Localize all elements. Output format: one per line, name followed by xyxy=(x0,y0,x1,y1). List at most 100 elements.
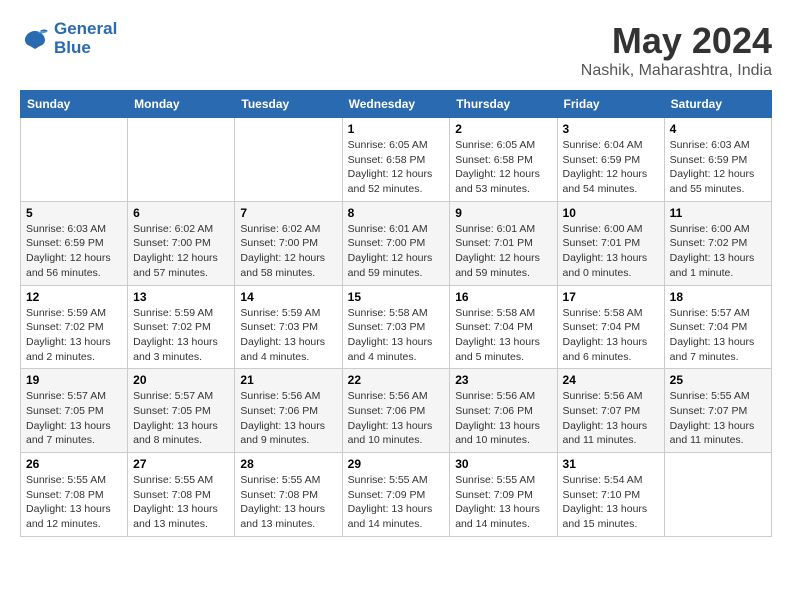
day-header-sunday: Sunday xyxy=(21,91,128,118)
day-info: Sunrise: 5:55 AMSunset: 7:09 PMDaylight:… xyxy=(455,473,551,532)
calendar-cell: 9 Sunrise: 6:01 AMSunset: 7:01 PMDaylight… xyxy=(450,201,557,285)
day-info: Sunrise: 5:55 AMSunset: 7:08 PMDaylight:… xyxy=(26,473,122,532)
day-info: Sunrise: 5:59 AMSunset: 7:03 PMDaylight:… xyxy=(240,306,336,365)
day-info: Sunrise: 5:56 AMSunset: 7:06 PMDaylight:… xyxy=(348,389,445,448)
calendar-cell: 24Sunrise: 5:56 AMSunset: 7:07 PMDayligh… xyxy=(557,369,664,453)
day-header-monday: Monday xyxy=(128,91,235,118)
day-info: Sunrise: 5:57 AMSunset: 7:05 PMDaylight:… xyxy=(26,389,122,448)
day-info: Sunrise: 5:55 AMSunset: 7:08 PMDaylight:… xyxy=(133,473,229,532)
calendar-cell: 6 Sunrise: 6:02 AMSunset: 7:00 PMDaylight… xyxy=(128,201,235,285)
calendar-cell: 22 Sunrise: 5:56 AMSunset: 7:06 PMDayligh… xyxy=(342,369,450,453)
day-info: Sunrise: 5:55 AMSunset: 7:07 PMDaylight:… xyxy=(670,389,766,448)
calendar-cell: 31 Sunrise: 5:54 AMSunset: 7:10 PMDayligh… xyxy=(557,453,664,537)
day-info: Sunrise: 5:57 AMSunset: 7:05 PMDaylight:… xyxy=(133,389,229,448)
day-info: Sunrise: 6:05 AMSunset: 6:58 PMDaylight:… xyxy=(348,138,445,197)
day-number: 13 xyxy=(133,290,229,304)
calendar-cell xyxy=(128,118,235,202)
calendar-cell: 12Sunrise: 5:59 AMSunset: 7:02 PMDayligh… xyxy=(21,285,128,369)
calendar-week-2: 5 Sunrise: 6:03 AMSunset: 6:59 PMDaylight… xyxy=(21,201,772,285)
day-number: 28 xyxy=(240,457,336,471)
calendar-cell: 21 Sunrise: 5:56 AMSunset: 7:06 PMDayligh… xyxy=(235,369,342,453)
day-info: Sunrise: 5:58 AMSunset: 7:04 PMDaylight:… xyxy=(563,306,659,365)
day-info: Sunrise: 5:59 AMSunset: 7:02 PMDaylight:… xyxy=(133,306,229,365)
day-number: 21 xyxy=(240,373,336,387)
day-number: 31 xyxy=(563,457,659,471)
day-info: Sunrise: 6:02 AMSunset: 7:00 PMDaylight:… xyxy=(240,222,336,281)
calendar-cell: 19 Sunrise: 5:57 AMSunset: 7:05 PMDayligh… xyxy=(21,369,128,453)
day-info: Sunrise: 6:01 AMSunset: 7:01 PMDaylight:… xyxy=(455,222,551,281)
calendar-header-row: SundayMondayTuesdayWednesdayThursdayFrid… xyxy=(21,91,772,118)
calendar-cell: 5 Sunrise: 6:03 AMSunset: 6:59 PMDaylight… xyxy=(21,201,128,285)
day-info: Sunrise: 6:04 AMSunset: 6:59 PMDaylight:… xyxy=(563,138,659,197)
calendar-cell: 14 Sunrise: 5:59 AMSunset: 7:03 PMDayligh… xyxy=(235,285,342,369)
calendar-cell: 13 Sunrise: 5:59 AMSunset: 7:02 PMDayligh… xyxy=(128,285,235,369)
day-header-wednesday: Wednesday xyxy=(342,91,450,118)
day-info: Sunrise: 6:03 AMSunset: 6:59 PMDaylight:… xyxy=(26,222,122,281)
day-number: 15 xyxy=(348,290,445,304)
day-number: 16 xyxy=(455,290,551,304)
calendar-cell: 8Sunrise: 6:01 AMSunset: 7:00 PMDaylight… xyxy=(342,201,450,285)
day-header-tuesday: Tuesday xyxy=(235,91,342,118)
day-info: Sunrise: 6:00 AMSunset: 7:01 PMDaylight:… xyxy=(563,222,659,281)
calendar-table: SundayMondayTuesdayWednesdayThursdayFrid… xyxy=(20,90,772,537)
calendar-cell: 27 Sunrise: 5:55 AMSunset: 7:08 PMDayligh… xyxy=(128,453,235,537)
calendar-cell: 29 Sunrise: 5:55 AMSunset: 7:09 PMDayligh… xyxy=(342,453,450,537)
location-title: Nashik, Maharashtra, India xyxy=(581,62,772,80)
day-info: Sunrise: 5:58 AMSunset: 7:03 PMDaylight:… xyxy=(348,306,445,365)
calendar-cell: 18Sunrise: 5:57 AMSunset: 7:04 PMDayligh… xyxy=(664,285,771,369)
logo-text: General Blue xyxy=(54,20,117,57)
day-header-saturday: Saturday xyxy=(664,91,771,118)
day-info: Sunrise: 5:56 AMSunset: 7:06 PMDaylight:… xyxy=(455,389,551,448)
day-number: 27 xyxy=(133,457,229,471)
day-number: 11 xyxy=(670,206,766,220)
calendar-cell: 11 Sunrise: 6:00 AMSunset: 7:02 PMDayligh… xyxy=(664,201,771,285)
calendar-week-1: 1 Sunrise: 6:05 AMSunset: 6:58 PMDaylight… xyxy=(21,118,772,202)
day-number: 24 xyxy=(563,373,659,387)
day-number: 19 xyxy=(26,373,122,387)
calendar-cell: 3 Sunrise: 6:04 AMSunset: 6:59 PMDaylight… xyxy=(557,118,664,202)
day-number: 9 xyxy=(455,206,551,220)
calendar-cell: 15 Sunrise: 5:58 AMSunset: 7:03 PMDayligh… xyxy=(342,285,450,369)
calendar-cell: 30 Sunrise: 5:55 AMSunset: 7:09 PMDayligh… xyxy=(450,453,557,537)
day-info: Sunrise: 6:05 AMSunset: 6:58 PMDaylight:… xyxy=(455,138,551,197)
logo-icon xyxy=(20,27,50,51)
calendar-cell: 4Sunrise: 6:03 AMSunset: 6:59 PMDaylight… xyxy=(664,118,771,202)
day-number: 2 xyxy=(455,122,551,136)
calendar-cell: 25Sunrise: 5:55 AMSunset: 7:07 PMDayligh… xyxy=(664,369,771,453)
calendar-cell: 2 Sunrise: 6:05 AMSunset: 6:58 PMDaylight… xyxy=(450,118,557,202)
title-block: May 2024 Nashik, Maharashtra, India xyxy=(581,20,772,80)
day-info: Sunrise: 5:55 AMSunset: 7:08 PMDaylight:… xyxy=(240,473,336,532)
day-number: 17 xyxy=(563,290,659,304)
calendar-cell: 20Sunrise: 5:57 AMSunset: 7:05 PMDayligh… xyxy=(128,369,235,453)
day-info: Sunrise: 5:55 AMSunset: 7:09 PMDaylight:… xyxy=(348,473,445,532)
day-number: 22 xyxy=(348,373,445,387)
calendar-cell xyxy=(21,118,128,202)
calendar-cell: 10Sunrise: 6:00 AMSunset: 7:01 PMDayligh… xyxy=(557,201,664,285)
calendar-cell: 26 Sunrise: 5:55 AMSunset: 7:08 PMDayligh… xyxy=(21,453,128,537)
day-info: Sunrise: 6:00 AMSunset: 7:02 PMDaylight:… xyxy=(670,222,766,281)
calendar-week-5: 26 Sunrise: 5:55 AMSunset: 7:08 PMDayligh… xyxy=(21,453,772,537)
day-header-friday: Friday xyxy=(557,91,664,118)
day-number: 1 xyxy=(348,122,445,136)
day-info: Sunrise: 5:56 AMSunset: 7:06 PMDaylight:… xyxy=(240,389,336,448)
page-header: General Blue May 2024 Nashik, Maharashtr… xyxy=(20,20,772,80)
calendar-week-3: 12 Sunrise: 5:59 AMSunset: 7:02 PMDayligh… xyxy=(21,285,772,369)
calendar-cell xyxy=(235,118,342,202)
day-info: Sunrise: 6:02 AMSunset: 7:00 PMDaylight:… xyxy=(133,222,229,281)
day-info: Sunrise: 5:57 AMSunset: 7:04 PMDaylight:… xyxy=(670,306,766,365)
calendar-cell: 16Sunrise: 5:58 AMSunset: 7:04 PMDayligh… xyxy=(450,285,557,369)
day-number: 26 xyxy=(26,457,122,471)
day-info: Sunrise: 6:03 AMSunset: 6:59 PMDaylight:… xyxy=(670,138,766,197)
day-number: 29 xyxy=(348,457,445,471)
day-number: 5 xyxy=(26,206,122,220)
day-number: 14 xyxy=(240,290,336,304)
day-number: 3 xyxy=(563,122,659,136)
calendar-cell: 17 Sunrise: 5:58 AMSunset: 7:04 PMDayligh… xyxy=(557,285,664,369)
day-number: 12 xyxy=(26,290,122,304)
day-number: 6 xyxy=(133,206,229,220)
day-info: Sunrise: 5:54 AMSunset: 7:10 PMDaylight:… xyxy=(563,473,659,532)
day-number: 30 xyxy=(455,457,551,471)
calendar-week-4: 19 Sunrise: 5:57 AMSunset: 7:05 PMDayligh… xyxy=(21,369,772,453)
day-number: 8 xyxy=(348,206,445,220)
calendar-cell: 1 Sunrise: 6:05 AMSunset: 6:58 PMDaylight… xyxy=(342,118,450,202)
